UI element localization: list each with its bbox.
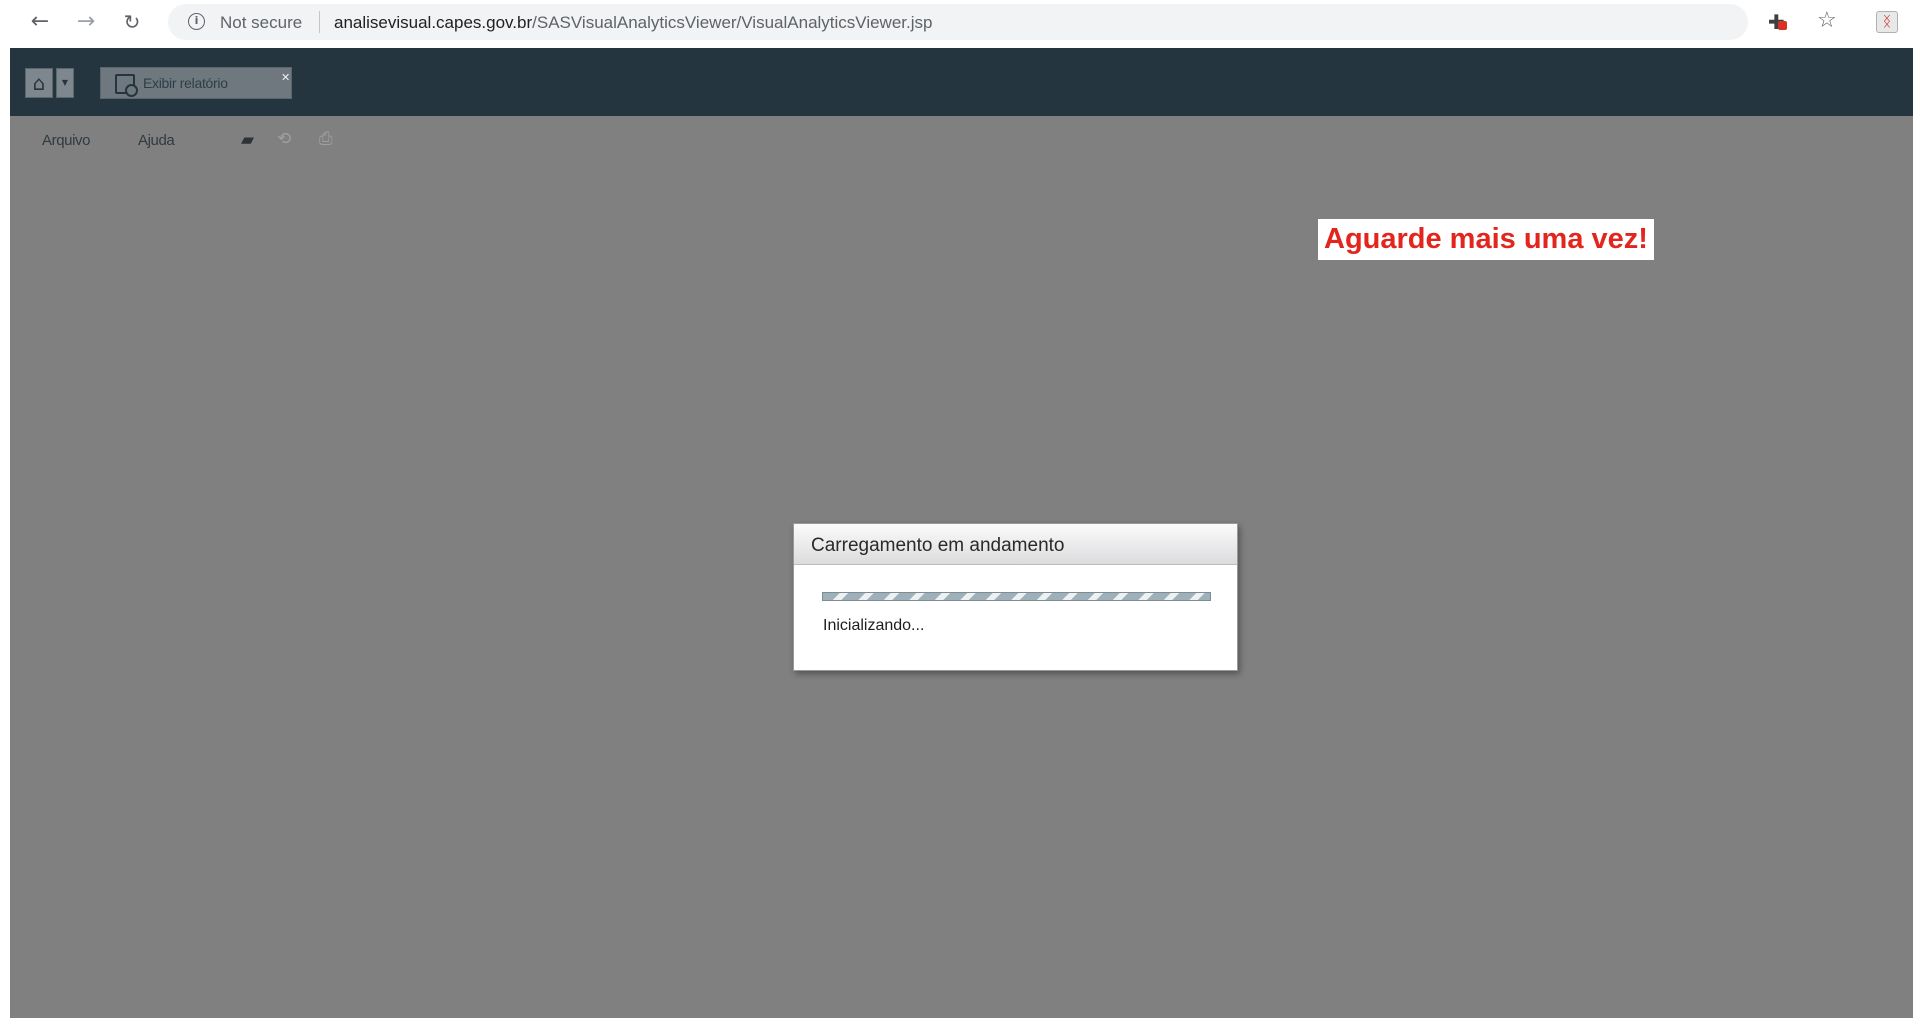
tab-report[interactable]: Exibir relatório ✕ [100,67,292,99]
progress-bar-fill [823,593,1210,600]
forward-button[interactable]: → [72,8,100,36]
menu-file[interactable]: Arquivo [42,132,90,149]
close-icon[interactable]: ✕ [281,71,290,84]
tab-report-label: Exibir relatório [143,75,228,91]
chevron-down-icon: ▼ [61,78,69,87]
progress-bar [822,592,1211,601]
pdf-extension-icon[interactable]: ᛝ [1876,11,1898,33]
reload-icon: ↻ [123,10,141,34]
menu-bar: Arquivo Ajuda ▰ ⟲ ⎙ [10,116,1913,163]
menu-help[interactable]: Ajuda [138,132,175,149]
home-icon: ⌂ [32,71,46,95]
loading-dialog: Carregamento em andamento Inicializando.… [793,523,1238,671]
browser-toolbar: ← → ↻ i Not secure analisevisual.capes.g… [0,0,1913,44]
extension-badge [1778,21,1787,30]
security-label[interactable]: Not secure [220,13,302,33]
dialog-header: Carregamento em andamento [794,524,1237,565]
arrow-left-icon: ← [30,9,50,34]
info-icon[interactable]: i [188,13,205,30]
url-path: /SASVisualAnalyticsViewer/VisualAnalytic… [532,13,933,32]
bookmark-star-icon[interactable]: ☆ [1817,8,1837,33]
dialog-title: Carregamento em andamento [811,535,1065,556]
home-button[interactable]: ⌂ [25,68,53,98]
back-button[interactable]: ← [26,8,54,36]
app-header: ⌂ ▼ Exibir relatório ✕ [10,48,1913,116]
reload-button[interactable]: ↻ [118,8,146,36]
refresh-icon[interactable]: ⟲ [277,129,291,149]
url-text[interactable]: analisevisual.capes.gov.br/SASVisualAnal… [334,13,932,33]
loading-status: Inicializando... [823,617,925,634]
address-bar[interactable]: i Not secure analisevisual.capes.gov.br/… [168,4,1748,40]
print-icon[interactable]: ⎙ [319,129,333,149]
url-host: analisevisual.capes.gov.br [334,13,533,32]
home-menu-button[interactable]: ▼ [56,68,74,98]
arrow-right-icon: → [76,9,96,34]
page-viewport: ⌂ ▼ Exibir relatório ✕ Arquivo Ajuda ▰ ⟲… [10,48,1913,1018]
extension-icon[interactable]: ✚ [1768,10,1787,34]
report-view-icon [115,74,138,97]
open-folder-icon[interactable]: ▰ [241,130,254,150]
annotation-callout: Aguarde mais uma vez! [1318,219,1654,260]
address-separator [319,11,320,33]
